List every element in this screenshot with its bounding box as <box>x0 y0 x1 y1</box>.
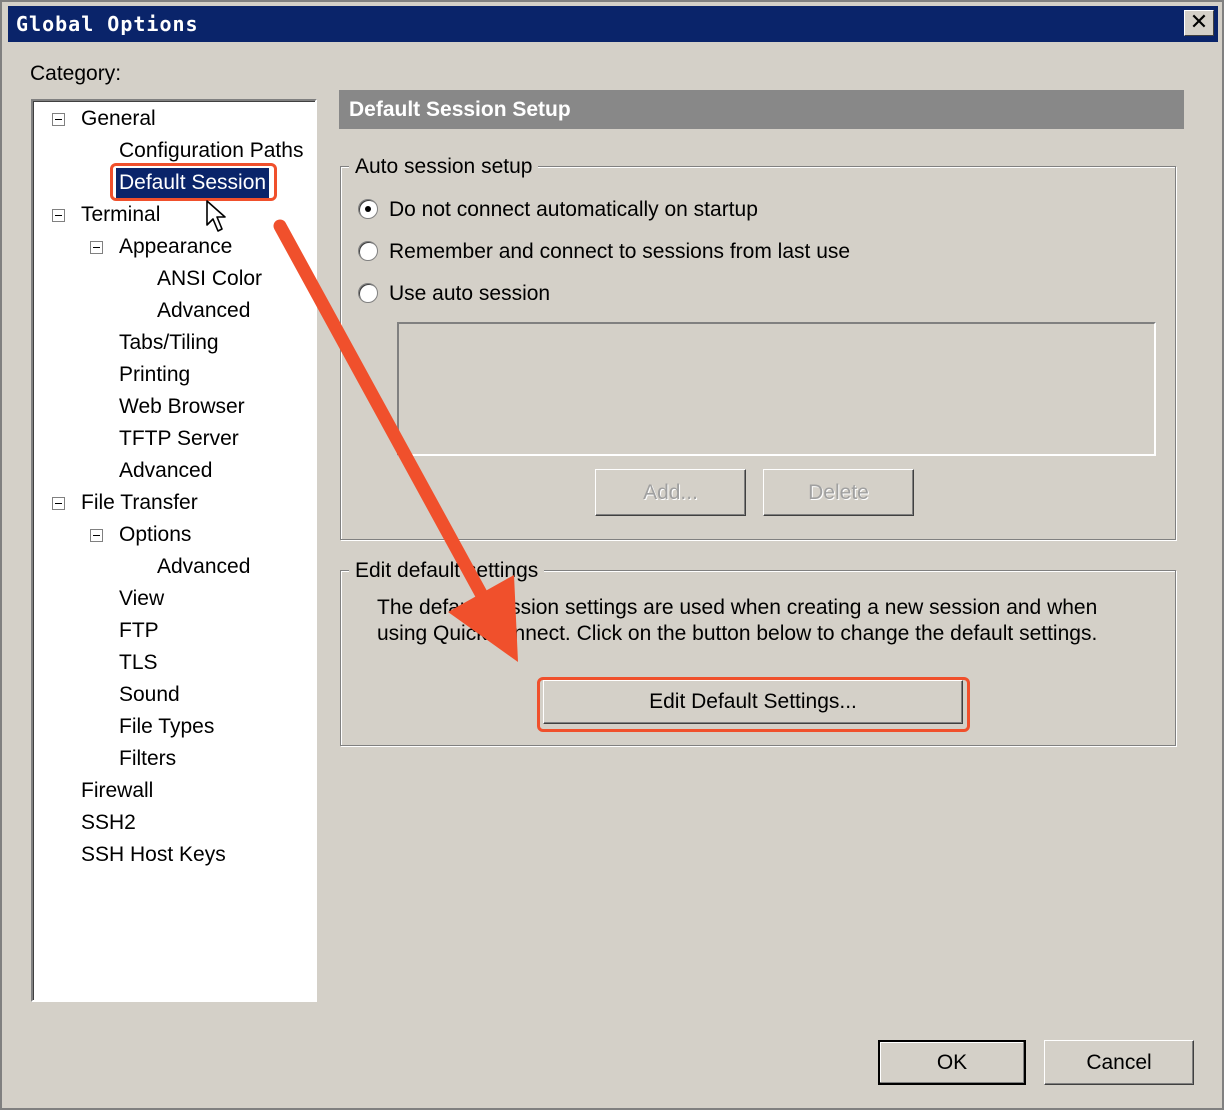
tree-item-ansi-color[interactable]: ANSI Color <box>157 264 262 294</box>
cancel-button[interactable]: Cancel <box>1044 1040 1194 1085</box>
expander-options[interactable] <box>90 529 103 542</box>
tree-item-ssh2[interactable]: SSH2 <box>81 808 136 838</box>
radio-do-not-connect-label[interactable]: Do not connect automatically on startup <box>389 198 758 222</box>
tree-item-general[interactable]: General <box>81 104 156 134</box>
auto-session-list[interactable] <box>397 322 1156 456</box>
category-tree[interactable]: General Configuration Paths Default Sess… <box>31 99 317 1002</box>
title-bar[interactable]: Global Options ✕ <box>8 6 1218 42</box>
edit-defaults-legend: Edit default settings <box>349 559 545 583</box>
expander-general[interactable] <box>52 113 65 126</box>
expander-appearance[interactable] <box>90 241 103 254</box>
tree-item-options-advanced[interactable]: Advanced <box>157 552 250 582</box>
auto-session-legend: Auto session setup <box>349 155 539 179</box>
ok-button[interactable]: OK <box>878 1040 1026 1085</box>
category-label: Category: <box>30 62 122 85</box>
annotation-highlight-default-session <box>110 163 277 201</box>
delete-button[interactable]: Delete <box>763 469 914 516</box>
tree-item-appearance-advanced[interactable]: Advanced <box>157 296 250 326</box>
mouse-pointer-icon <box>206 200 226 232</box>
tree-item-tls[interactable]: TLS <box>119 648 158 678</box>
tree-item-file-transfer[interactable]: File Transfer <box>81 488 198 518</box>
tree-item-sound[interactable]: Sound <box>119 680 180 710</box>
tree-item-web-browser[interactable]: Web Browser <box>119 392 245 422</box>
tree-item-tabs-tiling[interactable]: Tabs/Tiling <box>119 328 219 358</box>
radio-use-auto-session[interactable] <box>358 283 378 303</box>
expander-file-transfer[interactable] <box>52 497 65 510</box>
tree-item-terminal-advanced[interactable]: Advanced <box>119 456 212 486</box>
close-icon: ✕ <box>1189 10 1209 35</box>
tree-item-options[interactable]: Options <box>119 520 191 550</box>
radio-remember-sessions[interactable] <box>358 241 378 261</box>
tree-item-filters[interactable]: Filters <box>119 744 176 774</box>
radio-remember-sessions-label[interactable]: Remember and connect to sessions from la… <box>389 240 850 264</box>
tree-item-firewall[interactable]: Firewall <box>81 776 153 806</box>
tree-item-ssh-host-keys[interactable]: SSH Host Keys <box>81 840 226 870</box>
tree-item-printing[interactable]: Printing <box>119 360 190 390</box>
tree-item-appearance[interactable]: Appearance <box>119 232 232 262</box>
tree-item-ftp[interactable]: FTP <box>119 616 159 646</box>
tree-item-file-types[interactable]: File Types <box>119 712 214 742</box>
edit-defaults-description: The default session settings are used wh… <box>377 596 1098 645</box>
add-button[interactable]: Add... <box>595 469 746 516</box>
expander-terminal[interactable] <box>52 209 65 222</box>
radio-use-auto-session-label[interactable]: Use auto session <box>389 282 550 306</box>
tree-item-tftp-server[interactable]: TFTP Server <box>119 424 239 454</box>
tree-item-terminal[interactable]: Terminal <box>81 200 160 230</box>
close-button[interactable]: ✕ <box>1184 10 1214 36</box>
radio-do-not-connect[interactable] <box>358 199 378 219</box>
tree-item-view[interactable]: View <box>119 584 164 614</box>
annotation-highlight-edit-button <box>537 677 970 732</box>
panel-header: Default Session Setup <box>339 90 1184 129</box>
window-title: Global Options <box>16 12 199 36</box>
tree-item-configuration-paths[interactable]: Configuration Paths <box>119 136 303 166</box>
